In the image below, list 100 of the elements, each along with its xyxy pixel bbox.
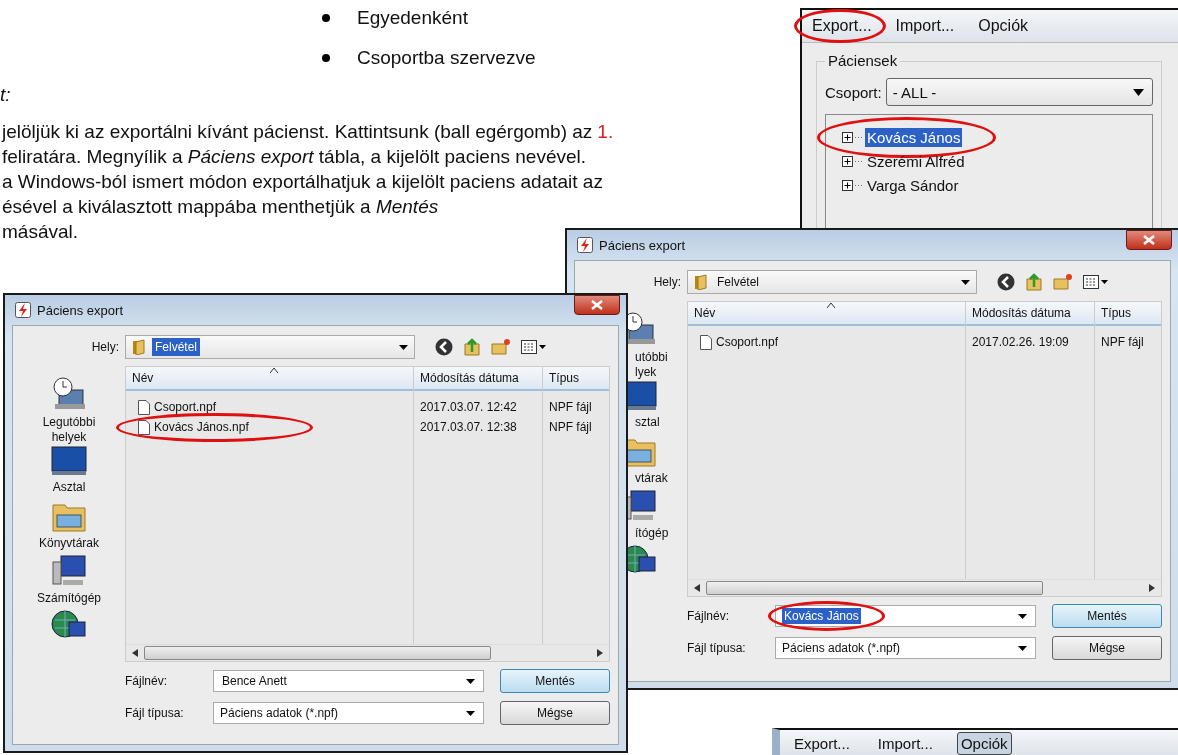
caret-icon <box>1133 88 1144 96</box>
save-button[interactable]: Mentés <box>500 669 610 693</box>
expand-icon[interactable] <box>842 131 853 143</box>
group-label: Csoport: <box>825 83 882 101</box>
tree-connector <box>855 159 863 163</box>
place-label[interactable]: Számítógép <box>36 590 101 606</box>
up-folder-icon[interactable] <box>463 338 481 356</box>
tree-item[interactable]: Szerémi Alfréd <box>865 151 967 171</box>
new-folder-icon[interactable] <box>491 338 511 356</box>
tree-item[interactable]: Varga Sándor <box>865 175 961 195</box>
save-button[interactable]: Mentés <box>1052 604 1162 628</box>
desktop-icon[interactable] <box>51 445 87 477</box>
caret-icon <box>466 678 475 684</box>
new-folder-icon[interactable] <box>1053 273 1073 291</box>
caret-icon <box>1018 613 1027 619</box>
location-label: Hely: <box>91 340 119 354</box>
column-header[interactable]: Módosítás dátuma <box>414 367 542 391</box>
bullet-icon <box>322 53 330 62</box>
step-number: 1. <box>597 120 614 144</box>
sort-caret-icon <box>269 368 278 373</box>
location-value: Felvétel <box>152 338 201 356</box>
file-name[interactable]: Kovács János.npf <box>154 420 249 434</box>
up-folder-icon[interactable] <box>1025 273 1043 291</box>
scroll-left-icon[interactable] <box>132 649 138 657</box>
location-value: Felvétel <box>716 274 761 291</box>
section-heading: t: <box>0 83 11 107</box>
recent-places-icon[interactable] <box>51 376 87 412</box>
file-type: NPF fájl <box>1101 335 1144 349</box>
folder-icon <box>132 339 146 355</box>
close-button[interactable] <box>574 295 620 315</box>
caret-icon <box>399 344 408 350</box>
folder-icon <box>694 274 708 290</box>
paragraph-line: jelöljük ki az exportálni kívánt pácienst. Kattintsunk (ball egérgomb) az <box>2 120 593 144</box>
group-dropdown[interactable]: - ALL - <box>885 78 1153 106</box>
group-title: Páciensek <box>825 52 901 69</box>
view-menu-icon[interactable] <box>521 339 547 355</box>
filename-label: Fájlnév: <box>687 609 731 623</box>
paragraph-line: feliratára. Megnyílik a Páciens export tábla, a kijelölt paciens nevével. <box>2 145 587 169</box>
caret-icon <box>466 710 475 716</box>
computer-icon[interactable] <box>51 553 87 588</box>
filetype-dropdown[interactable]: Páciens adatok (*.npf) <box>213 702 484 724</box>
app-icon <box>577 237 593 253</box>
horizontal-scrollbar[interactable] <box>126 644 609 661</box>
expand-icon[interactable] <box>842 179 853 191</box>
scroll-right-icon[interactable] <box>1149 584 1155 592</box>
place-label[interactable]: Asztal <box>52 480 86 495</box>
filename-field[interactable]: Bence Anett <box>213 670 484 692</box>
back-icon[interactable] <box>435 338 453 356</box>
menu-item[interactable]: Export... <box>808 14 876 37</box>
menu-item[interactable]: Opciók <box>974 14 1033 37</box>
horizontal-scrollbar[interactable] <box>688 579 1161 596</box>
cancel-button[interactable]: Mégse <box>1052 636 1162 660</box>
place-label[interactable]: Könyvtárak <box>39 536 99 552</box>
view-menu-icon[interactable] <box>1083 274 1109 290</box>
caret-icon <box>961 279 970 285</box>
file-name[interactable]: Csoport.npf <box>154 400 217 414</box>
location-label: Hely: <box>653 275 681 289</box>
filename-label: Fájlnév: <box>125 674 169 688</box>
caret-icon <box>1018 645 1027 651</box>
filetype-label: Fájl típusa: <box>125 706 185 720</box>
menu-item[interactable]: Import... <box>891 14 959 37</box>
place-label[interactable]: Legutóbbi helyek <box>42 415 96 445</box>
window-title: Páciens export <box>599 237 686 253</box>
column-header[interactable]: Típus <box>1095 302 1161 326</box>
menu-item[interactable]: Export... <box>790 731 854 755</box>
filename-value: Kovács János <box>782 608 861 624</box>
column-header[interactable]: Típus <box>543 367 609 391</box>
app-icon <box>15 302 31 318</box>
document-icon <box>700 334 712 350</box>
scroll-left-icon[interactable] <box>694 584 700 592</box>
filetype-dropdown[interactable]: Páciens adatok (*.npf) <box>775 637 1036 659</box>
expand-icon[interactable] <box>842 155 853 167</box>
column-header[interactable]: Név <box>126 367 413 391</box>
tree-item[interactable]: Kovács János <box>865 127 963 147</box>
close-icon <box>1143 235 1155 245</box>
back-icon[interactable] <box>997 273 1015 291</box>
column-header[interactable]: Név <box>688 302 965 326</box>
filetype-label: Fájl típusa: <box>687 641 747 655</box>
sort-caret-icon <box>826 303 835 308</box>
file-type: NPF fájl <box>549 420 592 434</box>
bullet-icon <box>322 13 330 22</box>
scroll-right-icon[interactable] <box>597 649 603 657</box>
document-icon <box>138 419 150 435</box>
paragraph-line: ésével a kiválasztott mappába menthetjük a Mentés <box>2 195 439 219</box>
tree-connector <box>855 135 863 139</box>
filename-value: Bence Anett <box>221 673 288 689</box>
file-name[interactable]: Csoport.npf <box>716 335 779 349</box>
location-dropdown[interactable]: Felvétel <box>687 270 977 294</box>
file-date: 2017.03.07. 12:38 <box>420 420 517 434</box>
bullet-text: Csoportba szervezve <box>357 46 536 69</box>
document-icon <box>138 399 150 415</box>
menu-item[interactable]: Import... <box>873 731 937 755</box>
cancel-button[interactable]: Mégse <box>500 701 610 725</box>
close-button[interactable] <box>1126 230 1172 250</box>
location-dropdown[interactable]: Felvétel <box>125 335 415 359</box>
bullet-text: Egyedenként <box>357 6 468 29</box>
column-header[interactable]: Módosítás dátuma <box>966 302 1094 326</box>
paragraph-line: másával. <box>2 220 79 244</box>
file-date: 2017.03.07. 12:42 <box>420 400 517 414</box>
menu-item[interactable]: Opciók <box>956 731 1012 755</box>
